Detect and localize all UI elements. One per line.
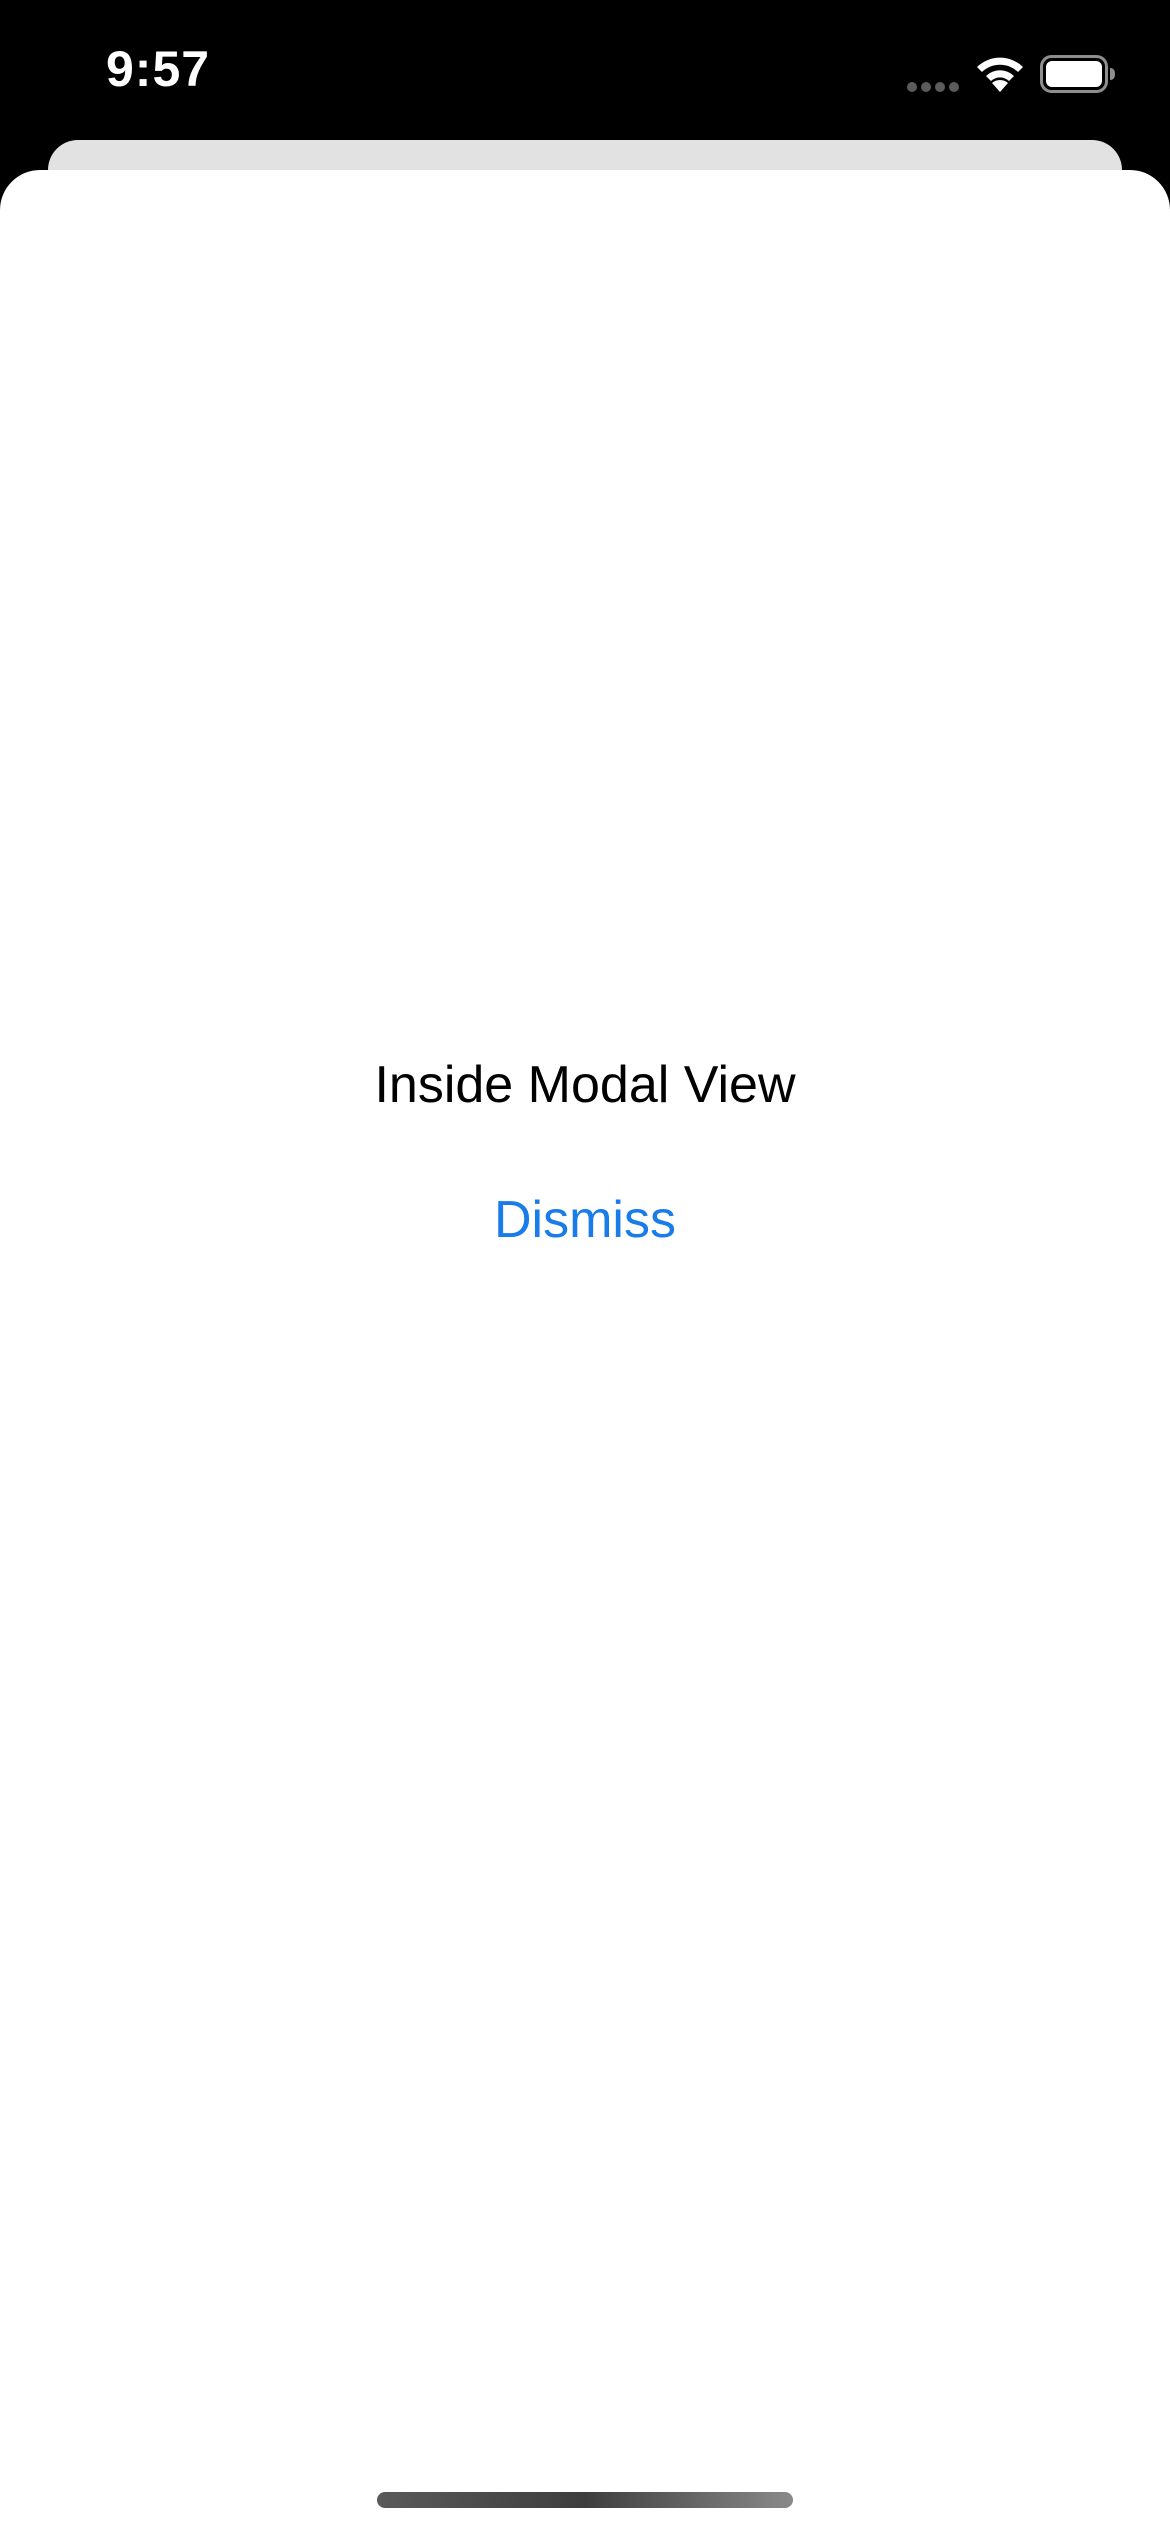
modal-sheet	[0, 170, 1170, 2532]
cellular-signal-icon	[907, 82, 959, 92]
status-time: 9:57	[106, 41, 211, 97]
home-indicator[interactable]	[377, 2492, 793, 2508]
battery-icon	[1040, 55, 1115, 93]
status-bar: 9:57	[0, 0, 1170, 150]
modal-message: Inside Modal View	[374, 1056, 796, 1114]
dismiss-button[interactable]: Dismiss	[435, 1175, 735, 1265]
wifi-icon	[977, 57, 1023, 92]
